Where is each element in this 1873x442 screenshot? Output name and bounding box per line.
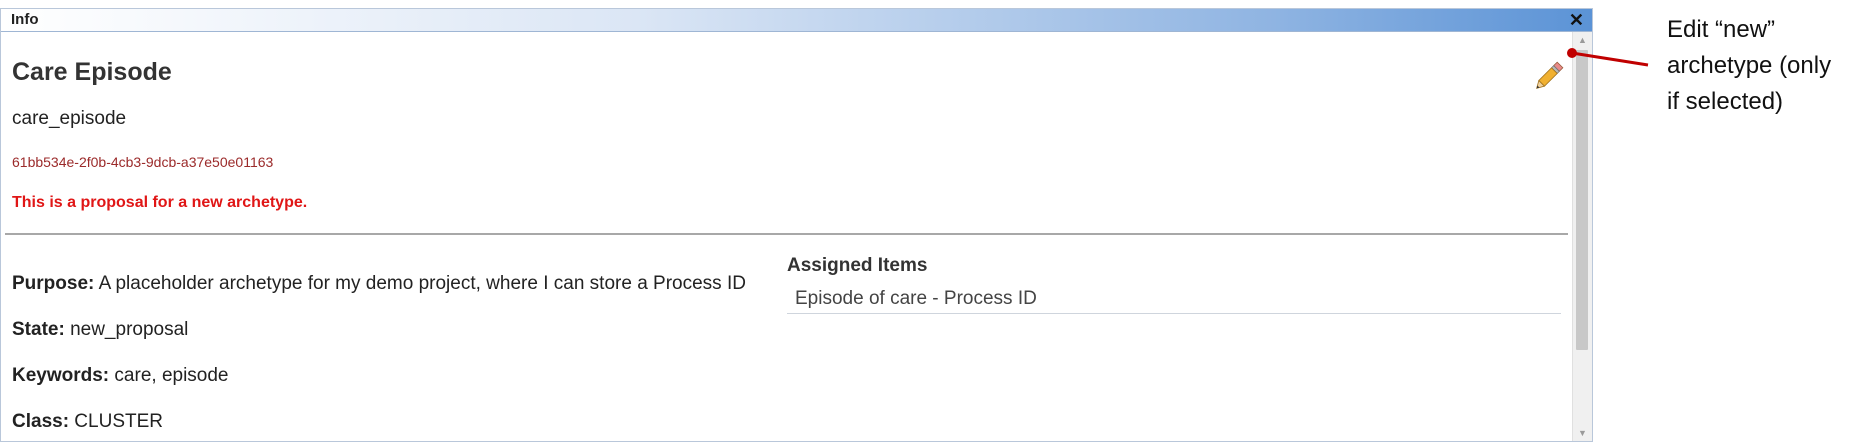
close-icon[interactable]: ✕ [1569,9,1584,31]
annotation-line-3: if selected) [1667,88,1784,115]
vertical-scrollbar[interactable]: ▲ ▼ [1572,32,1592,441]
assigned-items-title: Assigned Items [787,255,928,276]
pencil-icon[interactable] [1530,59,1566,95]
scroll-up-icon[interactable]: ▲ [1573,32,1592,48]
assigned-item[interactable]: Episode of care - Process ID [787,282,1561,314]
state-row: State: new_proposal [12,319,188,341]
info-panel: Info ✕ Care Episode care_episode 61bb534… [0,8,1593,442]
annotation-text: Edit “new” archetype (only if selected) [1667,12,1831,120]
annotation-line-2: archetype (only [1667,52,1832,79]
section-divider [5,233,1568,235]
keywords-value: care, episode [109,365,229,386]
state-label: State: [12,319,65,340]
class-value: CLUSTER [69,411,163,432]
archetype-title: Care Episode [12,58,172,86]
purpose-label: Purpose: [12,273,95,294]
keywords-label: Keywords: [12,365,110,386]
scroll-down-icon[interactable]: ▼ [1573,425,1592,441]
purpose-value: A placeholder archetype for my demo proj… [94,273,746,294]
panel-titlebar: Info ✕ [1,9,1592,32]
class-row: Class: CLUSTER [12,411,163,433]
archetype-concept-name: care_episode [12,108,127,129]
keywords-row: Keywords: care, episode [12,365,229,387]
state-value: new_proposal [64,319,189,340]
proposal-notice: This is a proposal for a new archetype. [12,194,308,211]
purpose-row: Purpose: A placeholder archetype for my … [12,273,746,295]
scrollbar-thumb[interactable] [1576,50,1588,350]
panel-content: Care Episode care_episode 61bb534e-2f0b-… [1,32,1572,441]
panel-title: Info [11,11,39,28]
class-label: Class: [12,411,70,432]
archetype-uid: 61bb534e-2f0b-4cb3-9dcb-a37e50e01163 [12,154,274,170]
annotation-line-1: Edit “new” [1667,16,1776,43]
